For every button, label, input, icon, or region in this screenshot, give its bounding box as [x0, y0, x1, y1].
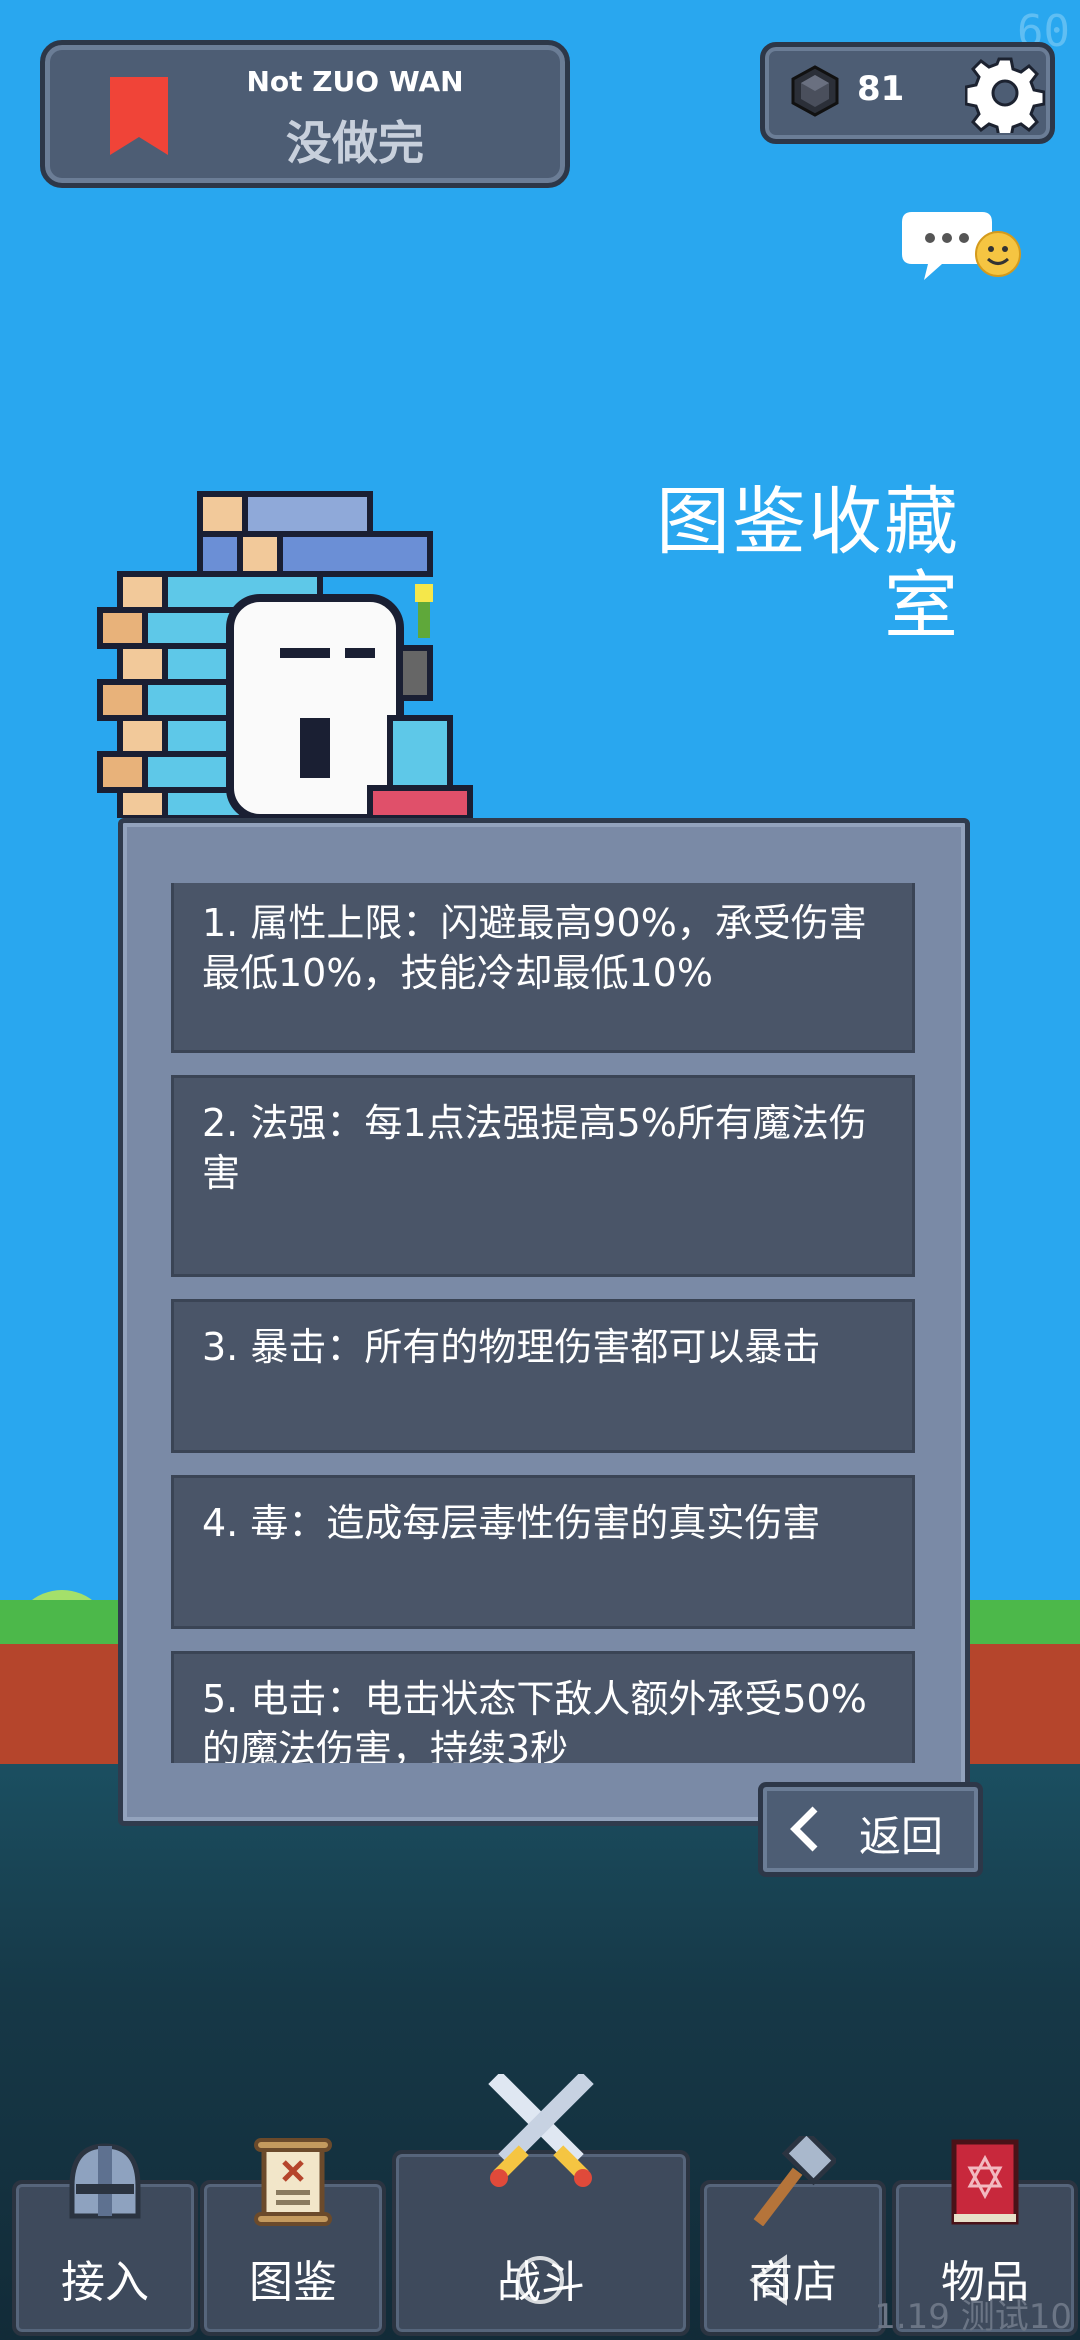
list-item: 3. 暴击：所有的物理伤害都可以暴击 — [171, 1299, 915, 1453]
list-item: 1. 属性上限：闪避最高90%，承受伤害最低10%，技能冷却最低10% — [171, 883, 915, 1053]
gear-icon[interactable] — [965, 53, 1045, 133]
entry-text: 3. 暴击：所有的物理伤害都可以暴击 — [202, 1325, 821, 1369]
home-icon[interactable] — [510, 2250, 570, 2310]
entry-text: 5. 电击：电击状态下敌人额外承受50%的魔法伤害，持续3秒 — [202, 1677, 867, 1763]
gallery-title-line2: 室 — [884, 563, 960, 649]
list-item: 2. 法强：每1点法强提高5%所有魔法伤害 — [171, 1075, 915, 1277]
chat-icon[interactable] — [902, 202, 1022, 292]
list-item: 5. 电击：电击状态下敌人额外承受50%的魔法伤害，持续3秒 — [171, 1651, 915, 1763]
hammer-icon — [753, 2136, 836, 2226]
nav-item-gallery[interactable]: 图鉴 — [200, 2138, 386, 2336]
scroll-icon — [254, 2138, 332, 2226]
spellbook-icon — [951, 2139, 1019, 2225]
nav-label: 图鉴 — [249, 2257, 337, 2308]
gem-icon — [791, 65, 839, 117]
currency-box: 81 — [760, 42, 1055, 144]
chevron-left-icon — [790, 1806, 818, 1852]
profile-name-cn: 没做完 — [286, 116, 424, 170]
nav-label: 接入 — [61, 2257, 149, 2308]
entry-text: 1. 属性上限：闪避最高90%，承受伤害最低10%，技能冷却最低10% — [202, 901, 867, 995]
bookmark-icon — [110, 77, 168, 155]
profile-card[interactable]: Not ZUO WAN 没做完 — [40, 40, 570, 188]
version-label: 1.19 测试10 — [874, 2297, 1072, 2337]
crossed-swords-icon — [488, 2074, 594, 2187]
entry-text: 2. 法强：每1点法强提高5%所有魔法伤害 — [202, 1101, 867, 1195]
gem-count: 81 — [857, 69, 905, 109]
list-item: 4. 毒：造成每层毒性伤害的真实伤害 — [171, 1475, 915, 1629]
gallery-panel: 1. 属性上限：闪避最高90%，承受伤害最低10%，技能冷却最低10% 2. 法… — [118, 818, 970, 1826]
profile-name-en: Not ZUO WAN — [246, 65, 464, 98]
nav-item-join[interactable]: 接入 — [12, 2143, 198, 2336]
back-nav-icon[interactable] — [745, 2250, 795, 2310]
gallery-title: 图鉴收藏 室 — [640, 480, 960, 648]
helmet-icon — [69, 2143, 141, 2219]
back-button-label: 返回 — [859, 1812, 944, 1861]
gallery-title-line1: 图鉴收藏 — [656, 479, 960, 565]
entry-text: 4. 毒：造成每层毒性伤害的真实伤害 — [202, 1501, 821, 1545]
entries-list[interactable]: 1. 属性上限：闪避最高90%，承受伤害最低10%，技能冷却最低10% 2. 法… — [171, 883, 915, 1763]
back-button[interactable]: 返回 — [758, 1782, 983, 1877]
scholar-character-illustration — [97, 491, 473, 818]
